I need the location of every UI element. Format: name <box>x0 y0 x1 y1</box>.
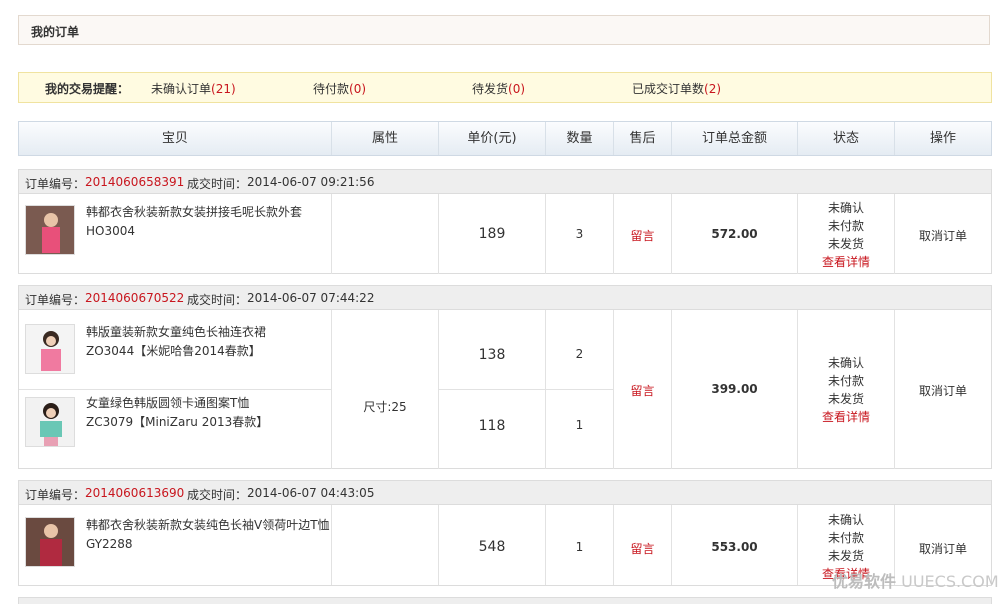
alert-completed-count: (2) <box>704 82 722 96</box>
next-order-header <box>18 597 992 604</box>
product-thumbnail[interactable] <box>25 324 75 374</box>
order-header: 订单编号： 2014060658391 成交时间： 2014-06-07 09:… <box>19 170 991 194</box>
order-no-label: 订单编号： <box>25 293 86 307</box>
product-photo-icon <box>26 325 74 373</box>
deal-time: 2014-06-07 09:21:56 <box>247 175 375 189</box>
status-payment: 未付款 <box>827 219 864 233</box>
status-shipping: 未发货 <box>827 549 864 563</box>
quantity: 2 <box>575 347 584 361</box>
alert-pending-ship-count: (0) <box>508 82 526 96</box>
col-total: 订单总金额 <box>672 122 798 155</box>
alert-pending-payment-label: 待付款 <box>313 82 350 96</box>
product-name[interactable]: 韩都衣舍秋装新款女装拼接毛呢长款外套 HO3004 <box>86 203 336 241</box>
order-header: 订单编号： 2014060670522 成交时间： 2014-06-07 07:… <box>19 286 991 310</box>
deal-time-label: 成交时间： <box>187 293 248 307</box>
status-payment: 未付款 <box>827 374 864 388</box>
order-no[interactable]: 2014060613690 <box>85 486 184 500</box>
order-total: 572.00 <box>711 227 758 241</box>
col-price: 单价(元) <box>439 122 546 155</box>
view-details-link[interactable]: 查看详情 <box>798 253 894 271</box>
status-payment: 未付款 <box>827 531 864 545</box>
order-total: 553.00 <box>711 540 758 554</box>
order-status: 未确认 未付款 未发货 查看详情 <box>798 354 894 426</box>
status-shipping: 未发货 <box>827 237 864 251</box>
alert-pending-ship[interactable]: 待发货(0) <box>472 80 525 97</box>
watermark: 优易软件 UUECS.COM <box>832 568 999 592</box>
deal-time: 2014-06-07 07:44:22 <box>247 291 375 305</box>
alert-unconfirmed-label: 未确认订单 <box>151 82 212 96</box>
status-confirm: 未确认 <box>827 201 864 215</box>
unit-price: 138 <box>478 347 506 363</box>
status-confirm: 未确认 <box>827 356 864 370</box>
status-confirm: 未确认 <box>827 513 864 527</box>
product-code: ZO3044【米妮哈鲁2014春款】 <box>86 344 261 358</box>
alert-unconfirmed-count: (21) <box>211 82 236 96</box>
deal-time: 2014-06-07 04:43:05 <box>247 486 375 500</box>
message-link[interactable]: 留言 <box>614 382 671 399</box>
product-title: 韩都衣舍秋装新款女装纯色长袖V领荷叶边T恤 <box>86 518 330 532</box>
col-product: 宝贝 <box>19 122 332 155</box>
product-name[interactable]: 韩版童装新款女童纯色长袖连衣裙 ZO3044【米妮哈鲁2014春款】 <box>86 323 336 361</box>
product-code: ZC3079【MiniZaru 2013春款】 <box>86 415 269 429</box>
product-photo-icon <box>26 518 74 566</box>
cancel-order-button[interactable]: 取消订单 <box>895 227 991 244</box>
order-no-label: 订单编号： <box>25 177 86 191</box>
order-card: 订单编号： 2014060658391 成交时间： 2014-06-07 09:… <box>18 169 992 274</box>
alert-pending-payment[interactable]: 待付款(0) <box>313 80 366 97</box>
product-name[interactable]: 韩都衣舍秋装新款女装纯色长袖V领荷叶边T恤 GY2288 <box>86 516 336 554</box>
col-aftersale: 售后 <box>614 122 672 155</box>
alerts-label: 我的交易提醒： <box>45 82 130 96</box>
page-title-panel: 我的订单 <box>18 15 990 45</box>
message-link[interactable]: 留言 <box>614 540 671 557</box>
order-header: 订单编号： 2014060613690 成交时间： 2014-06-07 04:… <box>19 481 991 505</box>
order-status: 未确认 未付款 未发货 查看详情 <box>798 199 894 271</box>
quantity: 1 <box>575 418 584 432</box>
product-thumbnail[interactable] <box>25 205 75 255</box>
status-shipping: 未发货 <box>827 392 864 406</box>
product-thumbnail[interactable] <box>25 517 75 567</box>
orders-table-header: 宝贝 属性 单价(元) 数量 售后 订单总金额 状态 操作 <box>18 121 992 156</box>
product-title: 韩版童装新款女童纯色长袖连衣裙 <box>86 325 267 339</box>
alert-unconfirmed[interactable]: 未确认订单(21) <box>151 80 236 97</box>
product-attribute: 尺寸:25 <box>363 400 407 414</box>
product-thumbnail[interactable] <box>25 397 75 447</box>
order-card: 订单编号： 2014060670522 成交时间： 2014-06-07 07:… <box>18 285 992 469</box>
deal-time-label: 成交时间： <box>187 177 248 191</box>
trade-alerts-bar: 我的交易提醒： 未确认订单(21) 待付款(0) 待发货(0) 已成交订单数(2… <box>18 72 992 103</box>
col-status: 状态 <box>798 122 895 155</box>
page-title: 我的订单 <box>31 25 80 39</box>
unit-price: 189 <box>478 226 506 242</box>
cancel-order-button[interactable]: 取消订单 <box>895 540 991 557</box>
product-photo-icon <box>26 398 74 446</box>
product-photo-icon <box>26 206 74 254</box>
quantity: 3 <box>575 227 584 241</box>
cancel-order-button[interactable]: 取消订单 <box>895 382 991 399</box>
product-name[interactable]: 女童绿色韩版圆领卡通图案T恤 ZC3079【MiniZaru 2013春款】 <box>86 394 336 432</box>
order-no-label: 订单编号： <box>25 488 86 502</box>
col-qty: 数量 <box>546 122 614 155</box>
unit-price: 548 <box>478 539 506 555</box>
watermark-site: UUECS.COM <box>901 572 999 591</box>
alert-pending-ship-label: 待发货 <box>472 82 509 96</box>
order-no[interactable]: 2014060670522 <box>85 291 184 305</box>
product-title: 女童绿色韩版圆领卡通图案T恤 <box>86 396 250 410</box>
product-code: GY2288 <box>86 537 133 551</box>
unit-price: 118 <box>478 418 506 434</box>
product-title: 韩都衣舍秋装新款女装拼接毛呢长款外套 <box>86 205 303 219</box>
watermark-brand: 优易软件 <box>832 572 897 591</box>
alert-completed-label: 已成交订单数 <box>632 82 705 96</box>
col-action: 操作 <box>929 131 956 146</box>
order-total: 399.00 <box>711 382 758 396</box>
alert-pending-payment-count: (0) <box>349 82 367 96</box>
deal-time-label: 成交时间： <box>187 488 248 502</box>
message-link[interactable]: 留言 <box>614 227 671 244</box>
view-details-link[interactable]: 查看详情 <box>798 408 894 426</box>
order-no[interactable]: 2014060658391 <box>85 175 184 189</box>
alert-completed[interactable]: 已成交订单数(2) <box>632 80 721 97</box>
quantity: 1 <box>575 540 584 554</box>
product-code: HO3004 <box>86 224 136 238</box>
col-attr: 属性 <box>332 122 439 155</box>
